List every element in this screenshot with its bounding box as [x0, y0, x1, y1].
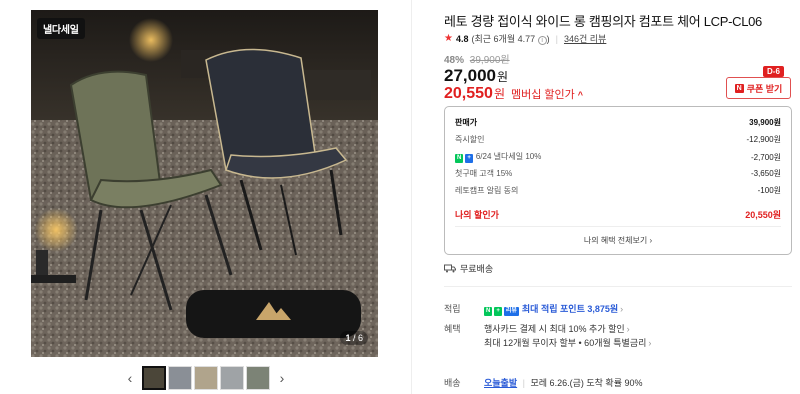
today-shipping-link[interactable]: 오늘출발 — [484, 378, 517, 388]
rating-row: ★ 4.8 (최근 6개월 4.77 i) | 346건 리뷰 — [444, 32, 606, 45]
coupon-button[interactable]: N 쿠폰 받기 — [726, 77, 791, 99]
breakdown-row: 레토캠프 알림 동의 -100원 — [455, 186, 781, 195]
plus-badge: + — [465, 154, 473, 163]
benefits-label: 혜택 — [444, 324, 461, 334]
section-divider — [444, 286, 792, 287]
view-all-benefits-link[interactable]: 나의 혜택 전체보기 › — [445, 235, 791, 246]
rating-separator: | — [555, 33, 558, 44]
chevron-up-icon: ^ — [577, 90, 584, 100]
chevron-right-icon: › — [626, 324, 630, 334]
my-discount-price: 나의 할인가 20,550원 — [455, 210, 781, 220]
breakdown-row: 즉시할인 -12,900원 — [455, 135, 781, 144]
naver-icon: N — [734, 83, 744, 93]
breakdown-row: 첫구매 고객 15% -3,650원 — [455, 169, 781, 178]
breakdown-divider — [455, 226, 781, 227]
member-price-label: 멤버십 할인가 — [510, 89, 575, 101]
review-badge: 리뷰 — [503, 307, 519, 316]
chevron-right-icon: › — [620, 304, 624, 314]
chevron-right-icon: › — [648, 338, 652, 348]
thumbnail-4[interactable] — [220, 366, 244, 390]
npay-badge: N — [484, 307, 493, 316]
thumbnail-3[interactable] — [194, 366, 218, 390]
thumbnail-5[interactable] — [246, 366, 270, 390]
image-counter: 1 / 6 — [340, 331, 368, 345]
thumbnail-strip: ‹ › — [120, 365, 292, 391]
sale-price: 27,000원 — [444, 66, 509, 85]
points-label: 적립 — [444, 304, 461, 314]
chevron-right-icon[interactable]: › — [272, 366, 292, 390]
breakdown-row: 판매가 39,900원 — [455, 118, 781, 127]
rating-detail: (최근 6개월 4.77 i) — [471, 34, 550, 45]
price-breakdown: 판매가 39,900원 즉시할인 -12,900원 N +6/24 낼다세일 10% -… — [444, 106, 792, 255]
plus-badge: + — [494, 307, 502, 316]
card-benefit[interactable]: 행사카드 결제 시 최대 10% 추가 할인 › — [484, 322, 630, 335]
points-value[interactable]: N + 리뷰 최대 적립 포인트 3,875원 › — [484, 302, 623, 316]
star-icon: ★ — [444, 33, 453, 44]
thumbnail-1[interactable] — [142, 366, 166, 390]
member-price[interactable]: 20,550 원 멤버십 할인가 ^ — [444, 85, 583, 103]
chevron-right-icon: › — [649, 236, 653, 245]
truck-icon — [444, 264, 456, 273]
original-price: 39,900원 — [469, 55, 510, 66]
dday-badge: D-6 — [763, 66, 784, 77]
npay-badge: N — [455, 154, 464, 163]
thumbnail-2[interactable] — [168, 366, 192, 390]
rating-score: 4.8 — [455, 33, 469, 44]
shipping-info: 무료배송 — [444, 262, 493, 275]
discount-percent: 48% — [444, 55, 465, 66]
info-icon[interactable]: i — [537, 36, 547, 45]
delivery-label: 배송 — [444, 378, 461, 388]
discount-row: 48% 39,900원 — [444, 51, 510, 66]
camping-chairs-photo — [31, 10, 378, 357]
installment-benefit[interactable]: 최대 12개월 무이자 할부 • 60개월 특별금리 › — [484, 336, 651, 349]
product-main-image[interactable]: 낼다세일 1 / 6 — [31, 10, 378, 357]
chevron-left-icon[interactable]: ‹ — [120, 366, 140, 390]
reviews-link[interactable]: 346건 리뷰 — [564, 32, 606, 45]
column-divider — [411, 0, 412, 394]
delivery-info: 오늘출발 | 모레 6.26.(금) 도착 확률 90% — [484, 378, 643, 388]
sale-tag: 낼다세일 — [37, 18, 85, 39]
product-title: 레토 경량 접이식 와이드 롱 캠핑의자 컴포트 체어 LCP-CL06 — [444, 14, 762, 29]
breakdown-row: N +6/24 낼다세일 10% -2,700원 — [455, 152, 781, 163]
